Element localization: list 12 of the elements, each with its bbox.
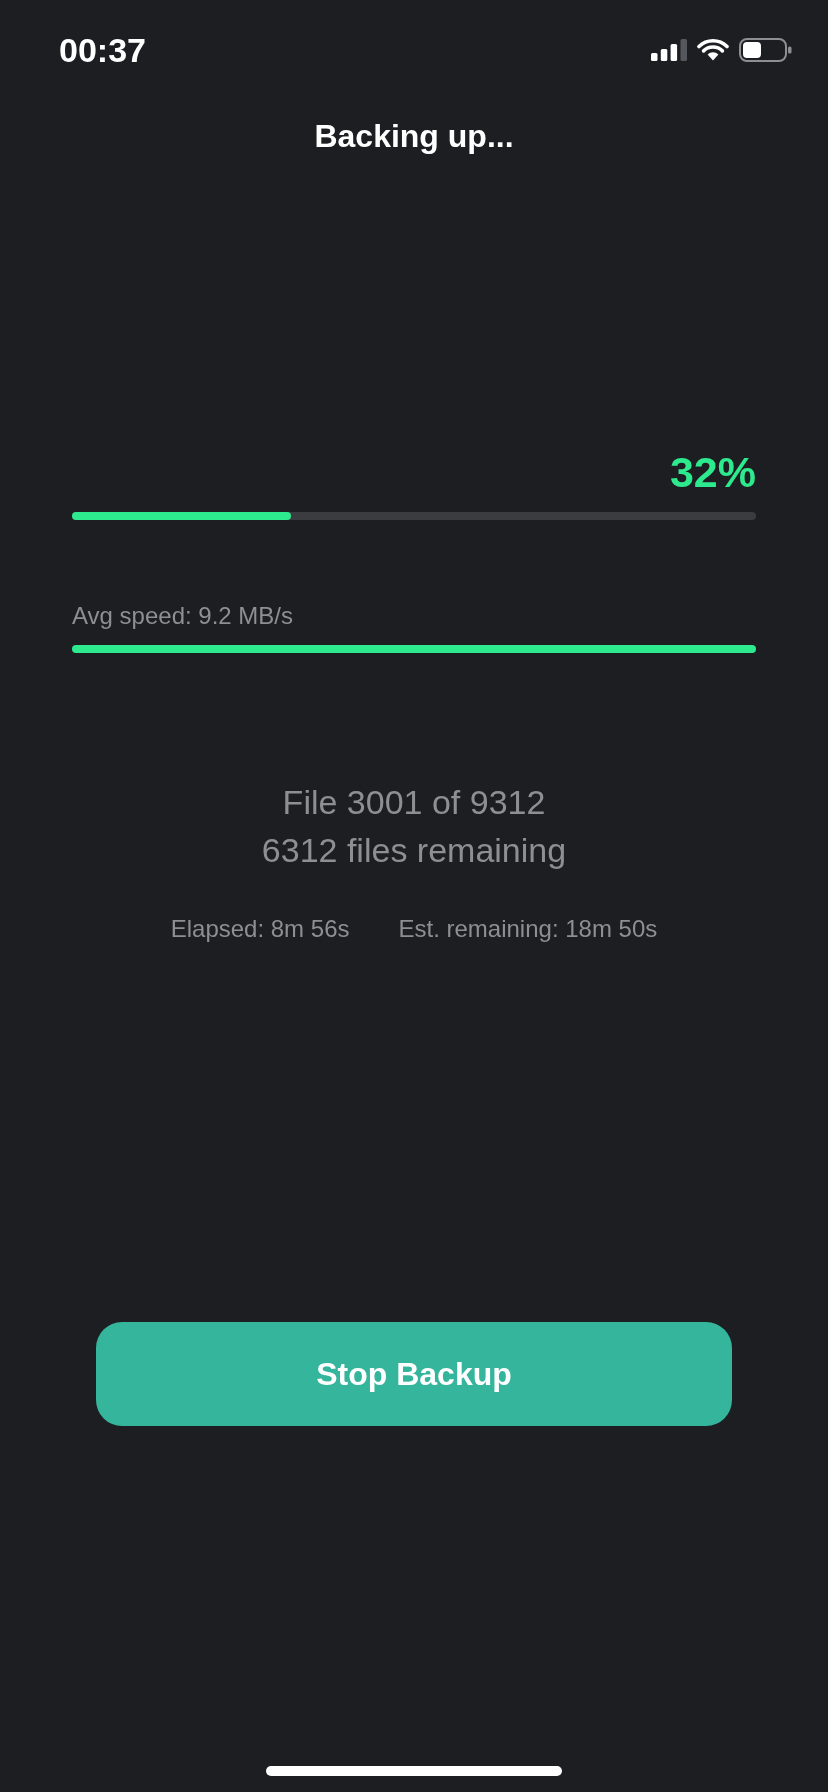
speed-label: Avg speed: 9.2 MB/s (72, 601, 293, 630)
screen-title: Backing up... (314, 117, 514, 155)
time-stat-text: Est. remaining: 18m 50s (398, 914, 658, 943)
file-count-text: File 3001 of 9312 (282, 782, 546, 823)
wifi-icon (697, 39, 729, 61)
time-stat-text: Elapsed: 8m 56s (170, 914, 350, 943)
stop-backup-button[interactable]: Stop Backup (96, 1322, 732, 1426)
files-remaining-text: 6312 files remaining (261, 830, 567, 871)
progress-percent: 32% (669, 447, 756, 498)
battery-icon (739, 38, 792, 62)
signal-icon (651, 39, 687, 61)
status-time: 00:37 (59, 30, 146, 70)
